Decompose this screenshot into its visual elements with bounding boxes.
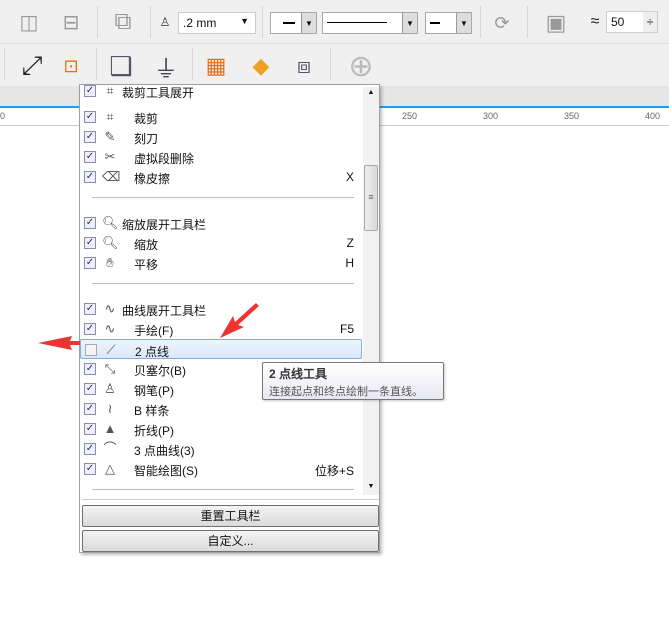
annotation-arrows (38, 303, 259, 350)
red-arrow-left (38, 336, 80, 350)
red-arrow-diagonal (220, 303, 259, 338)
